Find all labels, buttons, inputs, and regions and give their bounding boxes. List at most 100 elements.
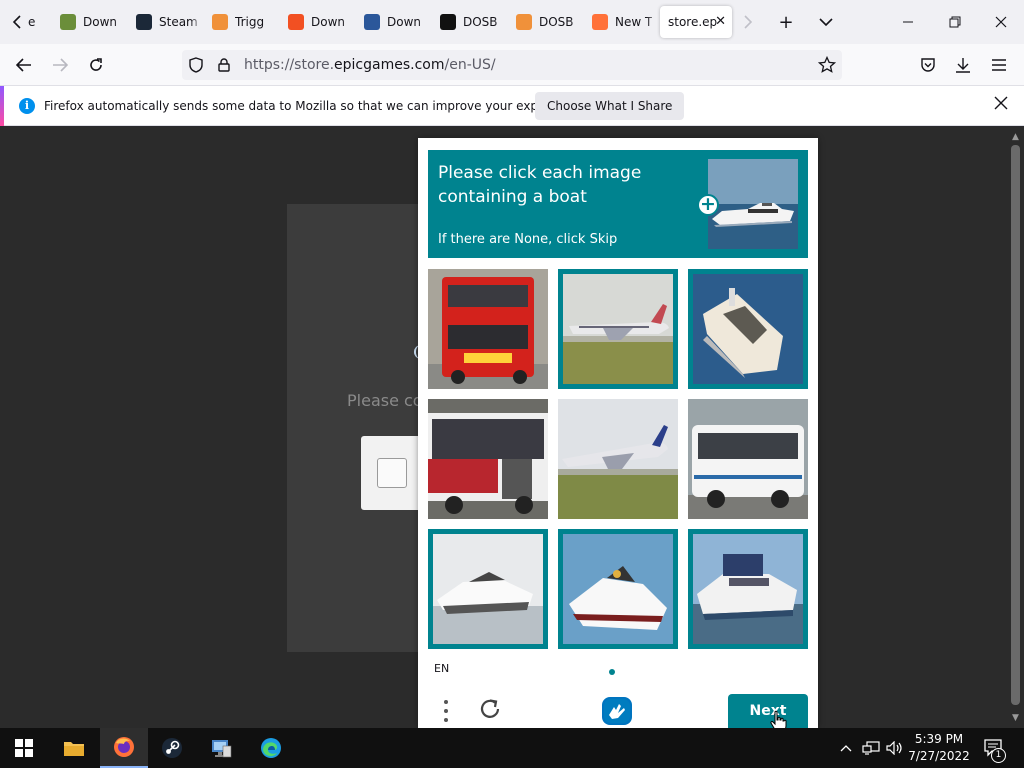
tab-item[interactable]: Steam (128, 6, 204, 38)
start-button[interactable] (0, 728, 48, 768)
captcha-tile-red-double-decker-bus[interactable] (428, 269, 548, 389)
close-icon (994, 96, 1008, 110)
pocket-icon (921, 58, 935, 72)
pocket-button[interactable] (912, 49, 944, 81)
show-hidden-icons-button[interactable] (836, 728, 856, 768)
tab-item[interactable]: DOSB (432, 6, 508, 38)
scroll-down-arrow-icon[interactable]: ▼ (1007, 710, 1024, 726)
close-window-button[interactable] (985, 6, 1017, 38)
network-icon (862, 741, 880, 755)
captcha-tile-airplane-taking-off[interactable] (558, 399, 678, 519)
tab-active[interactable]: store.ep ✕ (660, 6, 732, 38)
list-all-tabs-button[interactable] (810, 6, 842, 38)
close-notification-button[interactable] (994, 95, 1008, 115)
tab-title: DOSB (539, 15, 574, 29)
url-bar[interactable]: https://store.epicgames.com/en-US/ (182, 50, 842, 80)
chevron-right-icon (744, 15, 753, 29)
tab-item[interactable]: New T (584, 6, 660, 38)
network-tray-button[interactable] (860, 728, 882, 768)
arrow-left-icon (16, 58, 31, 72)
minecraft-icon (60, 14, 76, 30)
reload-button[interactable] (80, 49, 112, 81)
scroll-tabs-right-button[interactable] (732, 6, 764, 38)
close-tab-button[interactable]: ✕ (715, 14, 726, 29)
lock-icon[interactable] (210, 50, 238, 80)
tab-title-fade (646, 6, 660, 38)
windows-store-icon (288, 14, 304, 30)
tracking-protection-shield-icon[interactable] (182, 50, 210, 80)
zoom-example-plus-icon[interactable]: + (697, 194, 719, 216)
captcha-tile-white-yacht[interactable] (688, 269, 808, 389)
volume-tray-button[interactable] (884, 728, 906, 768)
captcha-example-image[interactable] (708, 159, 798, 249)
tab-partial[interactable]: e (26, 6, 40, 38)
diamond-icon (516, 14, 532, 30)
captcha-tile-image (688, 399, 808, 519)
forward-button[interactable] (44, 49, 76, 81)
minimize-button[interactable] (892, 6, 924, 38)
captcha-tile-speedboat-red-stripe[interactable] (558, 529, 678, 649)
captcha-tile-red-white-bus[interactable] (428, 399, 548, 519)
notification-message: Firefox automatically sends some data to… (44, 99, 587, 113)
tab-item[interactable]: DOSB (508, 6, 584, 38)
minimize-icon (903, 21, 913, 23)
tab-title-fade (570, 6, 584, 38)
menu-dot (444, 709, 448, 713)
tab-title-fade (190, 6, 204, 38)
taskbar-control-panel[interactable] (197, 728, 245, 768)
url-text[interactable]: https://store.epicgames.com/en-US/ (244, 57, 496, 73)
bookmark-star-button[interactable] (818, 50, 836, 80)
url-prefix: https://store. (244, 57, 335, 73)
hcaptcha-logo-icon[interactable] (600, 695, 634, 727)
tab-title-fade (114, 6, 128, 38)
tab-title: Trigg (235, 15, 265, 29)
tab-title: store.ep (668, 15, 718, 29)
url-path: /en-US/ (444, 57, 496, 73)
dosbox-icon (440, 14, 456, 30)
tab-item[interactable]: Down (52, 6, 128, 38)
captcha-refresh-button[interactable] (476, 696, 504, 724)
page-scrollbar[interactable]: ▲ ▼ (1007, 127, 1024, 728)
tab-title-fade (342, 6, 356, 38)
close-icon (995, 16, 1007, 28)
arrow-right-icon (53, 58, 68, 72)
tab-item[interactable]: Down (356, 6, 432, 38)
tab-item[interactable]: Down (280, 6, 356, 38)
tab-title: DOSB (463, 15, 498, 29)
background-captcha-checkbox[interactable] (377, 458, 407, 488)
captcha-tile-cabin-cruiser-boat[interactable] (688, 529, 808, 649)
choose-what-i-share-button[interactable]: Choose What I Share (535, 92, 685, 120)
scroll-up-arrow-icon[interactable]: ▲ (1007, 129, 1024, 145)
captcha-tile-image (563, 274, 673, 384)
captcha-tile-image (428, 399, 548, 519)
captcha-menu-button[interactable] (436, 695, 456, 727)
restore-button[interactable] (939, 6, 971, 38)
tab-item[interactable]: Trigg (204, 6, 280, 38)
taskbar-steam[interactable] (148, 728, 196, 768)
captcha-tile-image (693, 534, 803, 644)
captcha-tile-image (433, 534, 543, 644)
refresh-icon (480, 699, 500, 718)
captcha-tile-white-coach-bus[interactable] (688, 399, 808, 519)
captcha-prompt-text: Please click each image containing a boa… (438, 163, 642, 207)
app-menu-button[interactable] (983, 49, 1015, 81)
tab-title: Down (311, 15, 346, 29)
downloads-button[interactable] (947, 49, 979, 81)
scrollbar-thumb[interactable] (1011, 145, 1020, 705)
system-clock[interactable]: 5:39 PM 7/27/2022 (906, 731, 972, 765)
back-button[interactable] (8, 49, 40, 81)
chart-icon (364, 14, 380, 30)
captcha-prompt-header: Please click each image containing a boa… (428, 150, 808, 258)
taskbar-firefox[interactable] (100, 728, 148, 768)
captcha-tile-speedboat[interactable] (428, 529, 548, 649)
captcha-tile-airplane-on-runway[interactable] (558, 269, 678, 389)
taskbar-edge[interactable] (247, 728, 295, 768)
edge-icon (261, 738, 281, 758)
language-selector[interactable]: EN (434, 662, 449, 675)
new-tab-button[interactable]: + (770, 6, 802, 38)
clock-date: 7/27/2022 (908, 749, 970, 763)
taskbar-file-explorer[interactable] (50, 728, 98, 768)
firefox-icon (592, 14, 608, 30)
folder-icon (64, 742, 84, 756)
next-button[interactable]: Next (728, 694, 808, 728)
